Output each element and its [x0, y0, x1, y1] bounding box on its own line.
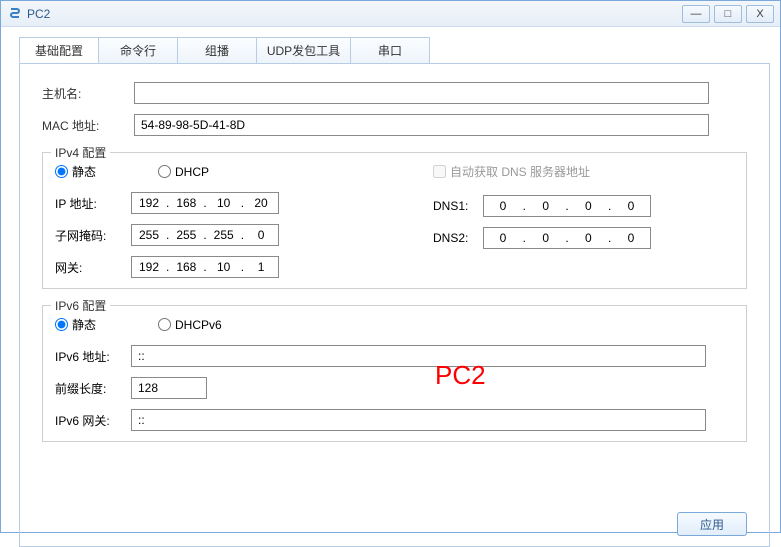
mac-input[interactable] [134, 114, 709, 136]
title-bar: PC2 — □ X [1, 1, 780, 27]
ipv4-fieldset: IPv4 配置 静态 DHCP 自动获取 DNS 服务器地址 IP 地址: . … [42, 152, 747, 289]
hostname-input[interactable] [134, 82, 709, 104]
ipv6-prefix-label: 前缀长度: [55, 380, 131, 397]
tab-basic[interactable]: 基础配置 [19, 37, 99, 63]
dns1-label: DNS1: [433, 199, 483, 213]
close-button[interactable]: X [746, 5, 774, 23]
hostname-label: 主机名: [42, 85, 134, 102]
tab-cli[interactable]: 命令行 [98, 37, 178, 63]
ipv6-dhcp-radio[interactable]: DHCPv6 [158, 318, 222, 332]
ipv6-addr-label: IPv6 地址: [55, 348, 131, 365]
ipv6-prefix-input[interactable] [131, 377, 207, 399]
ipv4-legend: IPv4 配置 [51, 144, 110, 161]
ipv6-fieldset: IPv6 配置 静态 DHCPv6 IPv6 地址: 前缀长度: IPv6 网关… [42, 305, 747, 442]
ip-input[interactable]: . . . [131, 192, 279, 214]
ipv6-addr-input[interactable] [131, 345, 706, 367]
mask-label: 子网掩码: [55, 227, 131, 244]
minimize-button[interactable]: — [682, 5, 710, 23]
gateway-input[interactable]: . . . [131, 256, 279, 278]
app-icon [7, 6, 23, 22]
window-title: PC2 [27, 7, 50, 21]
ip-label: IP 地址: [55, 195, 131, 212]
ipv6-gw-label: IPv6 网关: [55, 412, 131, 429]
app-window: PC2 — □ X 基础配置 命令行 组播 UDP发包工具 串口 主机名: MA… [0, 0, 781, 533]
tab-bar: 基础配置 命令行 组播 UDP发包工具 串口 [19, 37, 770, 63]
tab-udp[interactable]: UDP发包工具 [256, 37, 351, 63]
ipv6-legend: IPv6 配置 [51, 297, 110, 314]
ipv6-static-radio[interactable]: 静态 [55, 316, 96, 333]
tab-multicast[interactable]: 组播 [177, 37, 257, 63]
dns1-input[interactable]: . . . [483, 195, 651, 217]
ipv6-gw-input[interactable] [131, 409, 706, 431]
apply-button[interactable]: 应用 [677, 512, 747, 536]
tab-serial[interactable]: 串口 [350, 37, 430, 63]
ipv4-dhcp-radio[interactable]: DHCP [158, 165, 209, 179]
ipv4-static-radio[interactable]: 静态 [55, 163, 96, 180]
mac-label: MAC 地址: [42, 117, 134, 134]
dns2-input[interactable]: . . . [483, 227, 651, 249]
auto-dns-checkbox[interactable]: 自动获取 DNS 服务器地址 [433, 163, 590, 180]
gateway-label: 网关: [55, 259, 131, 276]
maximize-button[interactable]: □ [714, 5, 742, 23]
config-panel: 主机名: MAC 地址: IPv4 配置 静态 DHCP 自动获取 DNS 服务… [19, 63, 770, 547]
dns2-label: DNS2: [433, 231, 483, 245]
mask-input[interactable]: . . . [131, 224, 279, 246]
